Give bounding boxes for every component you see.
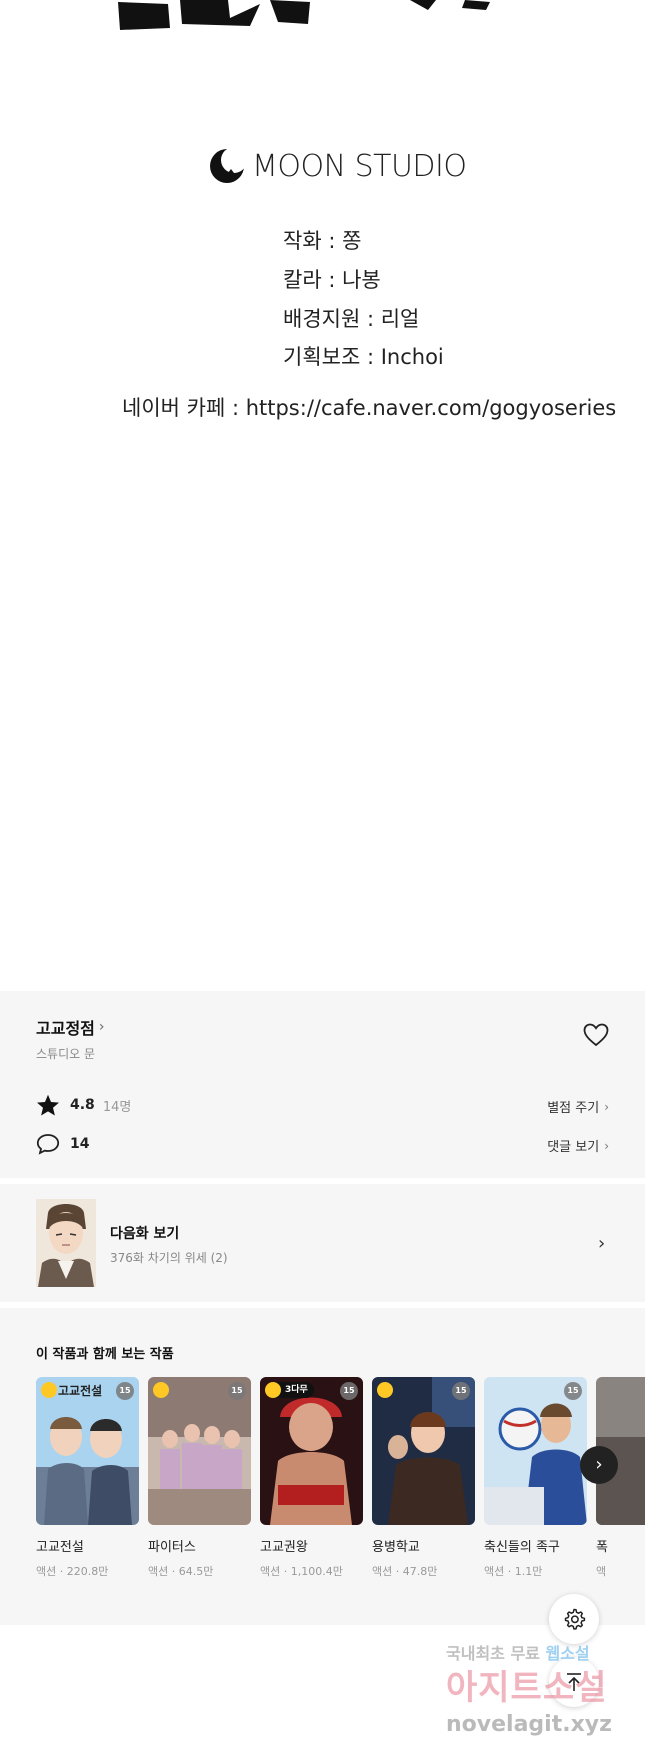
recommend-title: 고교권왕: [260, 1540, 308, 1555]
comments-link-label: 댓글 보기: [547, 1140, 600, 1155]
comments-link[interactable]: 댓글 보기 ›: [547, 1136, 609, 1156]
studio-logo: MOON STUDIO: [208, 145, 467, 187]
recommend-title: 파이터스: [148, 1540, 196, 1555]
gear-icon: [564, 1608, 586, 1630]
svg-text:고교전설: 고교전설: [58, 1383, 102, 1398]
recommend-item[interactable]: 15 용병학교 액션 · 47.8만: [372, 1377, 475, 1579]
settings-button[interactable]: [549, 1594, 599, 1644]
age-rating-badge: 15: [116, 1382, 134, 1400]
recommend-item[interactable]: 고교전설 15 고교전설 액션 · 220.8만: [36, 1377, 139, 1579]
credit-color: 칼라 : 나봉: [283, 268, 381, 292]
recommend-title: 고교전설: [36, 1540, 84, 1555]
rating-count: 14명: [102, 1099, 132, 1115]
series-title: 고교정점: [36, 1019, 95, 1038]
star-icon: [37, 1094, 59, 1116]
recommend-item[interactable]: 3다무 15 고교권왕 액션 · 1,100.4만: [260, 1377, 363, 1579]
credit-planning: 기획보조 : Inchoi: [283, 345, 444, 369]
recommend-meta: 액션 · 64.5만: [148, 1565, 214, 1578]
moon-icon: [210, 147, 246, 183]
chevron-right-icon: ›: [98, 1019, 105, 1035]
age-rating-badge: 15: [452, 1382, 470, 1400]
series-author: 스튜디오 문: [36, 1047, 96, 1061]
recommend-heading: 이 작품과 함께 보는 작품: [36, 1347, 174, 1362]
age-rating-badge: 15: [564, 1382, 582, 1400]
age-rating-badge: 15: [228, 1382, 246, 1400]
divider: [0, 1178, 645, 1184]
comments-count: 14: [70, 1136, 90, 1152]
rating-value: 4.8: [70, 1097, 95, 1113]
recommend-cover: 15: [372, 1377, 475, 1525]
rating-row: 4.8 14명: [36, 1094, 131, 1116]
credit-background: 배경지원 : 리얼: [283, 307, 420, 331]
watermark-line-3: novelagit.xyz: [446, 1712, 612, 1737]
divider: [0, 1302, 645, 1308]
recommend-meta: 액션 · 47.8만: [372, 1565, 438, 1578]
chevron-right-icon: ›: [604, 1138, 609, 1153]
cafe-link-text: 네이버 카페 : https://cafe.naver.com/gogyoser…: [122, 396, 617, 420]
recommend-title: 폭: [596, 1540, 608, 1555]
carousel-next-button[interactable]: ›: [580, 1446, 618, 1484]
recommend-title: 용병학교: [372, 1540, 420, 1555]
heart-icon[interactable]: [583, 1023, 609, 1047]
recommend-meta: 액: [596, 1565, 607, 1578]
studio-name: MOON STUDIO: [252, 148, 467, 184]
recommend-meta: 액션 · 220.8만: [36, 1565, 109, 1578]
credit-art: 작화 : 쫑: [283, 229, 362, 253]
comment-icon: [36, 1134, 60, 1155]
recommend-item[interactable]: 15 파이터스 액션 · 64.5만: [148, 1377, 251, 1579]
comments-row: 14: [36, 1133, 89, 1155]
watermark-line-2: 아지트소설: [446, 1668, 608, 1708]
chevron-right-icon[interactable]: ›: [598, 1233, 605, 1254]
next-episode-label[interactable]: 다음화 보기: [110, 1223, 179, 1243]
clock-icon: [377, 1382, 393, 1398]
recommend-meta: 액션 · 1.1만: [484, 1565, 543, 1578]
recommend-cover: 15: [484, 1377, 587, 1525]
rate-link[interactable]: 별점 주기 ›: [547, 1097, 609, 1117]
next-episode-thumbnail-art: [36, 1199, 96, 1287]
recommend-title: 축신들의 족구: [484, 1540, 560, 1555]
clock-icon: [265, 1382, 281, 1398]
age-rating-badge: 15: [340, 1382, 358, 1400]
next-episode-subtitle: 376화 차기의 위세 (2): [110, 1251, 228, 1265]
chevron-right-icon: ›: [604, 1099, 609, 1114]
next-episode-thumbnail[interactable]: [36, 1199, 96, 1287]
recommend-cover: 고교전설 15: [36, 1377, 139, 1525]
series-logo-art: [118, 0, 490, 30]
recommend-cover: 3다무 15: [260, 1377, 363, 1525]
clock-icon: [153, 1382, 169, 1398]
recommend-item[interactable]: 15 축신들의 족구 액션 · 1.1만: [484, 1377, 587, 1579]
series-title-link[interactable]: 고교정점 ›: [36, 1015, 105, 1039]
recommend-meta: 액션 · 1,100.4만: [260, 1565, 343, 1578]
recommend-cover: 15: [148, 1377, 251, 1525]
clock-icon: [41, 1382, 57, 1398]
rate-link-label: 별점 주기: [547, 1101, 600, 1116]
